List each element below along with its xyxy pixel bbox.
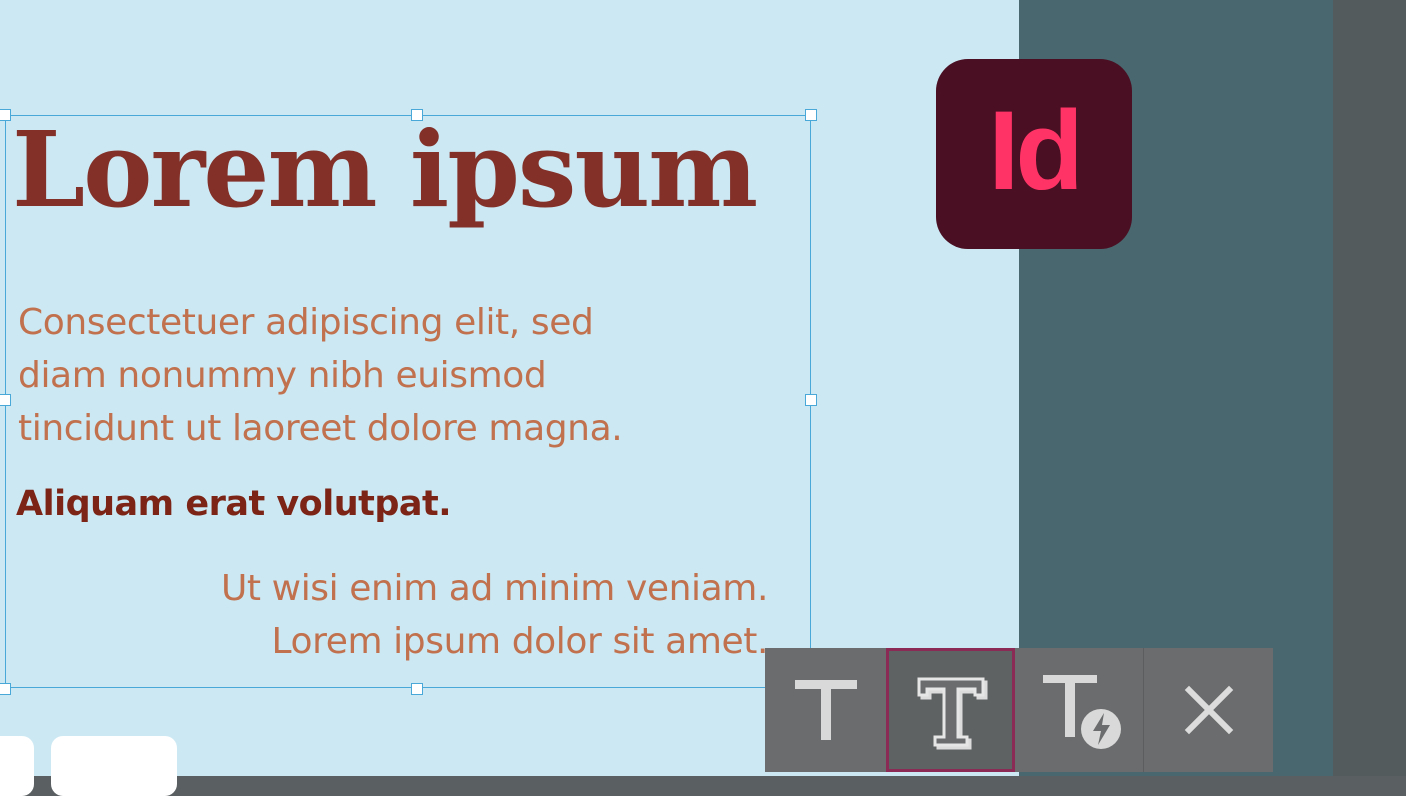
logo-text: Id: [988, 88, 1080, 213]
panel-edge: [1333, 0, 1406, 776]
resize-handle-bottom-center[interactable]: [411, 683, 423, 695]
text-style-toolbar: [765, 648, 1273, 772]
close-icon: [1184, 685, 1233, 735]
text-outline-icon: [917, 677, 987, 750]
closing-paragraph: Ut wisi enim ad minim veniam. Lorem ipsu…: [221, 562, 768, 668]
page-thumbnail[interactable]: [51, 736, 177, 796]
emphasis-line: Aliquam erat volutpat.: [16, 484, 452, 524]
close-toolbar-button[interactable]: [1144, 648, 1273, 772]
page-thumbnail[interactable]: [0, 736, 34, 796]
headline: Lorem ipsum: [12, 108, 758, 231]
text-tool-button[interactable]: [765, 648, 887, 772]
text-outline-button[interactable]: [886, 648, 1015, 772]
resize-handle-top-left[interactable]: [0, 109, 11, 121]
body-paragraph: Consectetuer adipiscing elit, sed diam n…: [18, 296, 738, 455]
text-quick-action-icon: [1042, 675, 1121, 749]
body-line: diam nonummy nibh euismod: [18, 355, 547, 396]
closing-line: Ut wisi enim ad minim veniam.: [220, 568, 768, 609]
text-icon: [795, 680, 857, 740]
text-quick-action-button[interactable]: [1017, 648, 1142, 772]
body-line: tincidunt ut laoreet dolore magna.: [18, 408, 623, 449]
resize-handle-top-right[interactable]: [805, 109, 817, 121]
indesign-logo-icon: Id: [936, 59, 1132, 249]
closing-line: Lorem ipsum dolor sit amet.: [271, 621, 768, 662]
resize-handle-bottom-left[interactable]: [0, 683, 11, 695]
resize-handle-middle-left[interactable]: [0, 394, 11, 406]
resize-handle-middle-right[interactable]: [805, 394, 817, 406]
body-line: Consectetuer adipiscing elit, sed: [18, 302, 594, 343]
